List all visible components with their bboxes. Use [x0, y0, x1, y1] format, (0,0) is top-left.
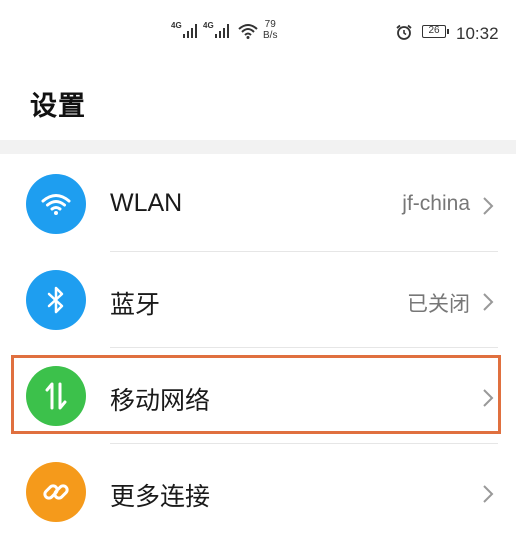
link-icon	[26, 462, 86, 522]
highlight-box	[11, 355, 501, 434]
battery-icon: 26	[422, 25, 449, 38]
settings-item-value: jf-china	[402, 192, 470, 215]
clock: 10:32	[456, 24, 499, 43]
settings-item-wlan[interactable]: WLAN jf-china	[0, 156, 516, 253]
signal-icon: 4G	[171, 21, 197, 38]
network-type-1: 4G	[171, 21, 182, 30]
network-speed: 79 B/s	[263, 19, 277, 41]
wifi-status-icon	[238, 24, 258, 39]
settings-item-more-connections[interactable]: 更多连接	[0, 444, 516, 541]
signal-icon-2: 4G	[203, 21, 229, 38]
chevron-right-icon	[483, 293, 494, 311]
settings-item-label: 更多连接	[110, 483, 211, 511]
chevron-right-icon	[483, 197, 494, 215]
section-divider	[0, 140, 516, 154]
chevron-right-icon	[483, 485, 494, 503]
status-bar: 4G 4G 79 B/s 26 10:32	[0, 0, 516, 62]
alarm-icon	[396, 24, 412, 40]
settings-item-bluetooth[interactable]: 蓝牙 已关闭	[0, 252, 516, 349]
settings-item-label: WLAN	[110, 189, 183, 217]
bluetooth-icon	[26, 270, 86, 330]
network-type-2: 4G	[203, 21, 214, 30]
settings-item-label: 蓝牙	[110, 291, 161, 319]
settings-item-value: 已关闭	[407, 293, 470, 316]
page-title: 设置	[30, 91, 86, 121]
wifi-icon	[26, 174, 86, 234]
speed-value: 79	[264, 19, 276, 30]
speed-unit: B/s	[263, 30, 278, 41]
